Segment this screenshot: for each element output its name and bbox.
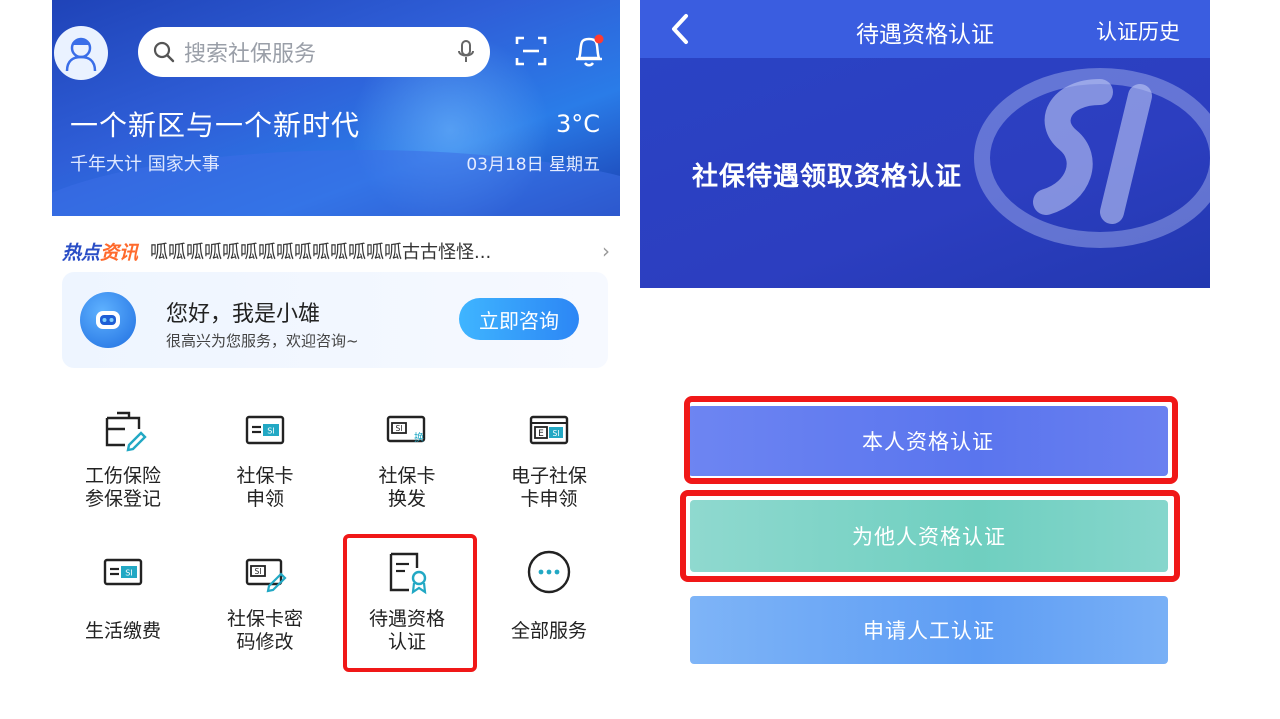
- card-replace-icon: SI 换: [386, 415, 426, 444]
- service-label-line2: 申领: [245, 488, 284, 510]
- card-password-icon: SI: [245, 558, 287, 593]
- social-security-card-icon: SI: [245, 415, 285, 445]
- hero-subtitle: 千年大计 国家大事: [70, 154, 220, 175]
- assistant-subtitle: 很高兴为您服务，欢迎咨询~: [166, 332, 359, 350]
- hot-news-ticker[interactable]: 热点 资讯 呱呱呱呱呱呱呱呱呱呱呱呱呱呱古古怪怪... ›: [62, 236, 610, 266]
- service-work-injury-registration[interactable]: 工伤保险 参保登记: [52, 405, 194, 511]
- screenshot-stage: 搜索社保服务 一个新区与一个新时代 3°C 千年大计 国家大事 03月18日 星…: [0, 0, 1280, 719]
- scan-icon[interactable]: [514, 34, 548, 68]
- chevron-right-icon[interactable]: ›: [602, 239, 610, 263]
- si-label: SI: [255, 567, 262, 576]
- payment-card-icon: SI: [103, 558, 143, 586]
- service-e-card-application[interactable]: E SI 电子社保 卡申领: [478, 405, 620, 511]
- service-label-line1: 生活缴费: [84, 620, 161, 642]
- si-label: SI: [396, 424, 403, 433]
- hero-banner: 搜索社保服务 一个新区与一个新时代 3°C 千年大计 国家大事 03月18日 星…: [52, 0, 620, 216]
- more-services-icon: [527, 550, 571, 594]
- microphone-icon[interactable]: [456, 39, 476, 65]
- service-label-line1: 社保卡: [236, 465, 294, 487]
- service-label-line1: 社保卡密: [226, 608, 303, 630]
- user-avatar-icon: [65, 37, 97, 72]
- service-label-line1: 社保卡: [378, 465, 436, 487]
- service-label-line2: 卡申领: [520, 488, 578, 510]
- banner-title: 社保待遇领取资格认证: [692, 162, 963, 192]
- search-icon: [153, 41, 175, 63]
- service-card-password-change[interactable]: SI 社保卡密 码修改: [194, 548, 336, 654]
- work-injury-insurance-icon: [105, 411, 147, 452]
- replace-label: 换: [414, 431, 424, 444]
- service-label-line2: 参保登记: [84, 488, 161, 510]
- news-ticker-text[interactable]: 呱呱呱呱呱呱呱呱呱呱呱呱呱呱古古怪怪...: [150, 238, 596, 264]
- si-label: SI: [267, 427, 274, 436]
- service-card-application[interactable]: SI 社保卡 申领: [194, 405, 336, 511]
- qualification-banner: 社保待遇领取资格认证: [640, 58, 1210, 288]
- si-logo-watermark-icon: [974, 68, 1210, 248]
- hero-date: 03月18日 星期五: [466, 155, 600, 175]
- highlight-box-others: [680, 490, 1180, 582]
- news-tag-info: 资讯: [100, 241, 139, 264]
- news-tag-hot: 热点: [62, 241, 101, 264]
- hero-title: 一个新区与一个新时代: [70, 109, 361, 142]
- highlight-box-qualification: [343, 534, 477, 672]
- search-placeholder: 搜索社保服务: [184, 42, 317, 67]
- weather-temperature: 3°C: [555, 110, 600, 138]
- highlight-box-self: [684, 396, 1178, 484]
- bell-icon[interactable]: [572, 32, 606, 68]
- service-label-line1: 电子社保: [510, 465, 587, 487]
- si-label: SI: [125, 569, 132, 578]
- assistant-card: 您好，我是小雄 很高兴为您服务，欢迎咨询~ 立即咨询: [62, 272, 608, 368]
- e-social-card-icon: E SI: [529, 415, 569, 445]
- manual-certification-button[interactable]: 申请人工认证: [690, 596, 1168, 664]
- service-label-line1: 工伤保险: [84, 465, 161, 487]
- svg-text:E: E: [538, 429, 544, 439]
- service-label-line2: 码修改: [236, 631, 294, 653]
- certification-history-link[interactable]: 认证历史: [1096, 16, 1180, 46]
- search-bar[interactable]: 搜索社保服务: [138, 27, 490, 77]
- qualification-screen: 待遇资格认证 认证历史 社保待遇领取资格认证 本人资格认证 为他人资格认证 申请…: [640, 0, 1210, 719]
- avatar[interactable]: [54, 26, 108, 80]
- service-all-services[interactable]: 全部服务: [478, 548, 620, 643]
- home-screen: 搜索社保服务 一个新区与一个新时代 3°C 千年大计 国家大事 03月18日 星…: [52, 0, 620, 719]
- navigation-bar: 待遇资格认证 认证历史: [640, 0, 1210, 58]
- service-label-line2: 换发: [387, 488, 426, 510]
- service-utility-payment[interactable]: SI 生活缴费: [52, 548, 194, 643]
- service-label-line1: 全部服务: [510, 620, 587, 642]
- assistant-greeting: 您好，我是小雄: [166, 302, 321, 327]
- service-card-replacement[interactable]: SI 换 社保卡 换发: [336, 405, 478, 511]
- robot-assistant-icon: [80, 292, 136, 348]
- si-label: SI: [553, 429, 560, 438]
- consult-now-button[interactable]: 立即咨询: [459, 298, 579, 340]
